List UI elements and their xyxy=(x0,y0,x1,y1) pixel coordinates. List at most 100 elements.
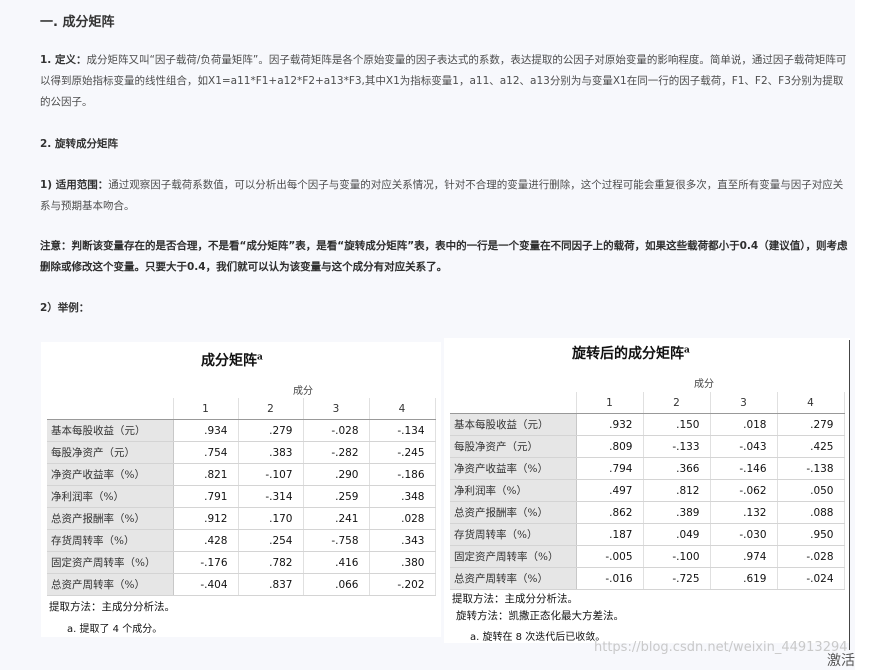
note-paragraph: 注意：判断该变量存在的是否合理，不是看“成分矩阵”表，是看“旋转成分矩阵”表，表… xyxy=(40,240,848,273)
table-row: 固定资产周转率（%） -.005 -.100.974 -.028 xyxy=(450,545,845,568)
column-header: 1 xyxy=(576,392,644,414)
row-label: 基本每股收益（元） xyxy=(47,419,174,442)
loading-value: .383 xyxy=(238,441,304,464)
loading-value: .348 xyxy=(369,485,436,508)
table-row: 存货周转率（%） .187.049 -.030.950 xyxy=(450,523,845,546)
table-row: 净利润率（%） .791 -.314.259.348 xyxy=(47,485,436,508)
column-header: 4 xyxy=(777,392,845,414)
row-label: 净利润率（%） xyxy=(47,485,174,508)
loading-value: -.282 xyxy=(303,441,370,464)
row-label: 每股净资产（元） xyxy=(450,435,577,458)
loading-value: -.043 xyxy=(710,435,778,458)
loading-value: .290 xyxy=(303,463,370,486)
row-label: 基本每股收益（元） xyxy=(450,413,577,436)
loading-value: -.186 xyxy=(369,463,436,486)
definition-label: 1. 定义： xyxy=(40,54,87,66)
section-title: 一. 成分矩阵 xyxy=(40,15,115,30)
definition-text: 成分矩阵又叫“因子载荷/负荷量矩阵”。因子载荷矩阵是各个原始变量的因子表达式的系… xyxy=(40,54,847,108)
rotation-title: 2. 旋转成分矩阵 xyxy=(40,138,118,150)
table-header-row: 1234 xyxy=(450,392,845,414)
loading-value: -.107 xyxy=(238,463,304,486)
loading-value: -.133 xyxy=(643,435,711,458)
row-label: 总资产报酬率（%） xyxy=(450,501,577,524)
loading-value: .380 xyxy=(369,551,436,574)
loading-value: .279 xyxy=(238,419,304,442)
loading-value: .150 xyxy=(643,413,711,436)
loading-value: .912 xyxy=(173,507,239,530)
header-corner xyxy=(47,398,174,420)
loading-value: -.005 xyxy=(576,545,644,568)
row-label: 每股净资产（元） xyxy=(47,441,174,464)
loading-value: .428 xyxy=(173,529,239,552)
table-header-row: 1234 xyxy=(47,398,436,420)
loading-value: .279 xyxy=(777,413,845,436)
loading-value: .950 xyxy=(777,523,845,546)
table-row: 基本每股收益（元） .934.279 -.028 -.134 xyxy=(47,419,436,442)
loading-value: .812 xyxy=(643,479,711,502)
loading-value: -.030 xyxy=(710,523,778,546)
loading-value: -.725 xyxy=(643,567,711,590)
loading-value: -.202 xyxy=(369,573,436,596)
loading-value: -.314 xyxy=(238,485,304,508)
loading-value: .932 xyxy=(576,413,644,436)
scope-text: 通过观察因子载荷系数值，可以分析出每个因子与变量的对应关系情况，针对不合理的变量… xyxy=(40,179,844,212)
column-header: 3 xyxy=(303,398,370,420)
table-row: 基本每股收益（元） .932.150.018.279 xyxy=(450,413,845,436)
loading-value: .028 xyxy=(369,507,436,530)
table-row: 存货周转率（%） .428.254 -.758.343 xyxy=(47,529,436,552)
rotated-matrix-table: 1 2 3 4 基本每股收益（元） .932.150.018.279 每股净资产（元） .80… xyxy=(450,392,845,590)
rotated-matrix-title: 旋转后的成分矩阵a xyxy=(572,345,690,362)
loading-value: -.245 xyxy=(369,441,436,464)
definition-paragraph: 1. 定义：成分矩阵又叫“因子载荷/负荷量矩阵”。因子载荷矩阵是各个原始变量的因… xyxy=(40,50,852,113)
loading-value: .088 xyxy=(777,501,845,524)
loading-value: .416 xyxy=(303,551,370,574)
row-label: 存货周转率（%） xyxy=(450,523,577,546)
loading-value: .837 xyxy=(238,573,304,596)
loading-value: .782 xyxy=(238,551,304,574)
loading-value: -.024 xyxy=(777,567,845,590)
scope-paragraph: 1) 适用范围：通过观察因子载荷系数值，可以分析出每个因子与变量的对应关系情况，… xyxy=(40,175,852,217)
loading-value: .934 xyxy=(173,419,239,442)
loading-value: -.404 xyxy=(173,573,239,596)
table-row: 固定资产周转率（%） -.176.782.416.380 xyxy=(47,551,436,574)
loading-value: .343 xyxy=(369,529,436,552)
table-row: 总资产周转率（%） -.404.837.066 -.202 xyxy=(47,573,436,596)
table-row: 净利润率（%） .497.812 -.062.050 xyxy=(450,479,845,502)
rotated-matrix-image: 旋转后的成分矩阵a 成分 1 2 3 4 基本每股收益（元） .932.150.018.2… xyxy=(444,338,850,643)
image-edge-line xyxy=(849,340,850,650)
component-footnote-a: a. 提取了 4 个成分。 xyxy=(67,624,163,635)
example-label: 2）举例： xyxy=(40,302,90,314)
activate-windows-text: 激活 xyxy=(827,653,855,669)
loading-value: .821 xyxy=(173,463,239,486)
article-body: 一. 成分矩阵 1. 定义：成分矩阵又叫“因子载荷/负荷量矩阵”。因子载荷矩阵是… xyxy=(0,0,855,670)
table-row: 净资产收益率（%） .794.366 -.146 -.138 xyxy=(450,457,845,480)
component-matrix-title: 成分矩阵a xyxy=(201,352,263,369)
component-matrix-image: 成分矩阵a 成分 1 2 3 4 基本每股收益（元） .934.279 -.028 -.134… xyxy=(41,342,441,637)
loading-value: .259 xyxy=(303,485,370,508)
loading-value: .132 xyxy=(710,501,778,524)
row-label: 总资产周转率（%） xyxy=(450,567,577,590)
component-group-header: 成分 xyxy=(293,386,313,397)
loading-value: .254 xyxy=(238,529,304,552)
loading-value: .862 xyxy=(576,501,644,524)
loading-value: .794 xyxy=(576,457,644,480)
loading-value: .791 xyxy=(173,485,239,508)
loading-value: -.028 xyxy=(303,419,370,442)
rotated-footnote-rotation: 旋转方法：凯撒正态化最大方差法。 xyxy=(456,610,624,622)
component-footnote-method: 提取方法：主成分分析法。 xyxy=(49,601,175,613)
loading-value: -.146 xyxy=(710,457,778,480)
loading-value: -.138 xyxy=(777,457,845,480)
column-header: 3 xyxy=(710,392,778,414)
loading-value: .809 xyxy=(576,435,644,458)
row-label: 总资产报酬率（%） xyxy=(47,507,174,530)
loading-value: -.016 xyxy=(576,567,644,590)
table-row: 总资产报酬率（%） .912.170.241.028 xyxy=(47,507,436,530)
loading-value: .974 xyxy=(710,545,778,568)
table-row: 总资产报酬率（%） .862.389.132.088 xyxy=(450,501,845,524)
rotated-group-header: 成分 xyxy=(694,379,714,390)
loading-value: .497 xyxy=(576,479,644,502)
scope-label: 1) 适用范围： xyxy=(40,179,109,191)
rotated-footnote-method: 提取方法：主成分分析法。 xyxy=(452,593,578,605)
loading-value: .050 xyxy=(777,479,845,502)
table-row: 净资产收益率（%） .821 -.107.290 -.186 xyxy=(47,463,436,486)
